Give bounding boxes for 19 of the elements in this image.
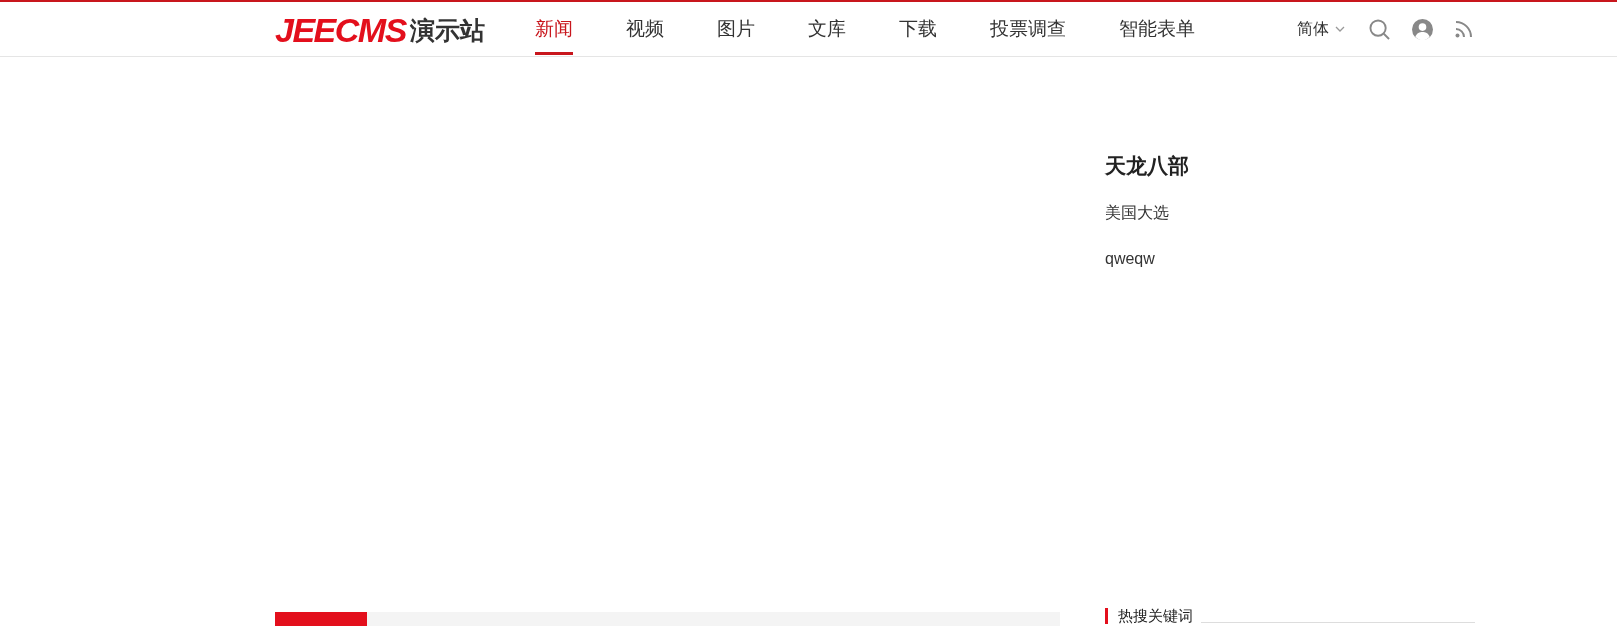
nav-tab[interactable]: 下载 xyxy=(898,2,937,55)
nav-tab[interactable]: 新闻 xyxy=(534,2,573,55)
search-icon[interactable] xyxy=(1369,18,1390,40)
site-logo[interactable]: JEECMS演示站 xyxy=(275,12,485,48)
chevron-down-icon xyxy=(1335,26,1345,32)
nav-tab[interactable]: 投票调查 xyxy=(989,2,1066,55)
user-avatar-icon[interactable] xyxy=(1412,18,1433,40)
featured-link[interactable]: qweqw xyxy=(1105,247,1155,271)
nav-tab[interactable]: 智能表单 xyxy=(1118,2,1195,55)
nav-tab[interactable]: 文库 xyxy=(807,2,846,55)
language-dropdown[interactable]: 简体 xyxy=(1297,18,1345,40)
logo-brand: JEECMS xyxy=(275,12,406,48)
logo-suffix: 演示站 xyxy=(409,15,485,46)
featured-title[interactable]: 天龙八部 xyxy=(1105,153,1189,179)
hot-keywords-heading: 热搜关键词 xyxy=(1118,608,1193,624)
rss-icon[interactable] xyxy=(1455,20,1473,38)
featured-link[interactable]: 美国大选 xyxy=(1105,201,1169,225)
nav-tab[interactable]: 视频 xyxy=(625,2,664,55)
nav-tab[interactable]: 图片 xyxy=(716,2,755,55)
